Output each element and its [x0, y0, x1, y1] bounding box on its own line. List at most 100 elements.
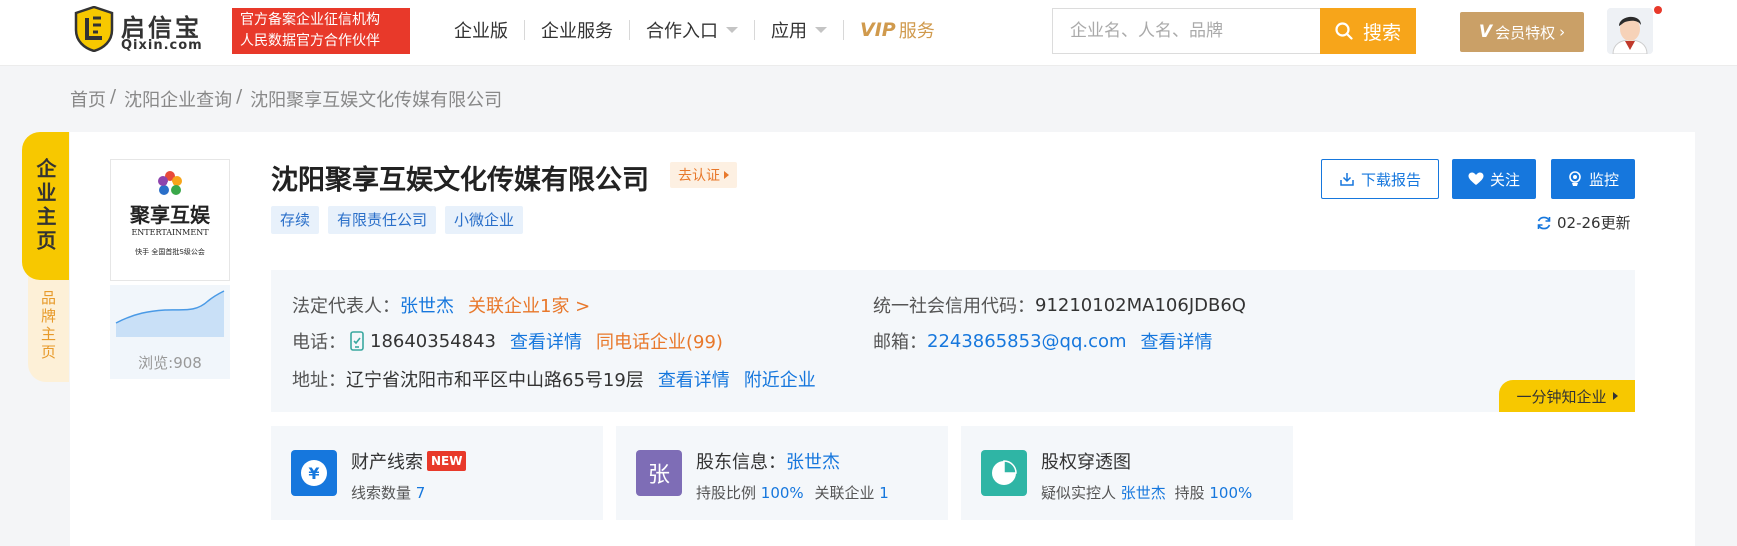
shareholder-card[interactable]: 张 股东信息： 张世杰 持股比例 100% 关联企业 1	[616, 426, 948, 520]
certify-button[interactable]: 去认证	[670, 162, 737, 188]
phone-row: 电话： 18640354843 查看详情 同电话企业(99)	[292, 328, 723, 354]
update-label: 02-26更新	[1557, 214, 1631, 232]
avatar-icon	[1607, 8, 1653, 54]
address-value: 辽宁省沈阳市和平区中山路65号19层	[346, 370, 644, 391]
tag-status[interactable]: 存续	[271, 206, 320, 234]
legal-rep-link[interactable]: 张世杰	[400, 292, 454, 318]
update-time[interactable]: 02-26更新	[1536, 212, 1631, 233]
holding-value: 100%	[1209, 484, 1253, 502]
search-input[interactable]	[1053, 9, 1320, 53]
breadcrumb-separator: /	[236, 86, 243, 107]
one-minute-button[interactable]: 一分钟知企业	[1499, 380, 1635, 412]
shareholder-avatar-icon: 张	[636, 450, 682, 496]
search-box	[1052, 8, 1320, 54]
breadcrumb: 首页 / 沈阳企业查询 / 沈阳聚享互娱文化传媒有限公司	[70, 86, 502, 112]
notification-dot	[1654, 6, 1662, 14]
email-detail-link[interactable]: 查看详情	[1141, 328, 1213, 354]
breadcrumb-city[interactable]: 沈阳企业查询	[124, 86, 232, 112]
property-clues-sub: 线索数量 7	[351, 482, 425, 503]
related-companies-link[interactable]: 关联企业1家 >	[468, 292, 590, 318]
search-icon	[1335, 22, 1353, 40]
refresh-icon	[1537, 216, 1551, 229]
nav-enterprise[interactable]: 企业版	[438, 17, 524, 43]
credit-code-value: 91210102MA106JDB6Q	[1035, 294, 1246, 316]
nav-apps-label: 应用	[771, 21, 807, 42]
logo-text-en: ENTERTAINMENT	[131, 228, 209, 237]
member-privilege-label: 会员特权	[1495, 23, 1556, 42]
breadcrumb-home[interactable]: 首页	[70, 86, 106, 112]
address-detail-link[interactable]: 查看详情	[658, 366, 730, 392]
nav-partners-label: 合作入口	[646, 21, 718, 42]
search-button[interactable]: 搜索	[1320, 8, 1416, 54]
follow-button[interactable]: 关注	[1452, 159, 1536, 199]
nav-services[interactable]: 企业服务	[525, 17, 629, 43]
clue-count-value: 7	[415, 484, 426, 502]
property-clues-card[interactable]: ¥ 财产线索 NEW 线索数量 7	[271, 426, 603, 520]
equity-chart-card[interactable]: 股权穿透图 疑似实控人 张世杰 持股 100%	[961, 426, 1293, 520]
triangle-right-icon	[1612, 392, 1618, 400]
nav-partners[interactable]: 合作入口	[630, 17, 754, 43]
nav-apps[interactable]: 应用	[755, 17, 843, 43]
company-logo-image: 聚享互娱 ENTERTAINMENT 快手 全国首批S级公会	[129, 171, 211, 256]
nearby-companies-link[interactable]: 附近企业	[744, 366, 816, 392]
related-company-label: 关联企业	[814, 484, 875, 502]
chevron-down-icon	[726, 27, 738, 33]
equity-chart-title: 股权穿透图	[1041, 452, 1131, 473]
nav-vip-service[interactable]: VIP 服务	[844, 17, 951, 43]
yuan-icon: ¥	[291, 450, 337, 496]
user-avatar[interactable]	[1607, 8, 1653, 54]
chevron-down-icon	[815, 27, 827, 33]
tag-scale[interactable]: 小微企业	[445, 206, 524, 234]
equity-chart-sub: 疑似实控人 张世杰 持股 100%	[1041, 482, 1252, 503]
phone-value: 18640354843	[370, 330, 496, 352]
email-link[interactable]: 2243865853@qq.com	[927, 331, 1127, 352]
tab-brand-home[interactable]: 品牌主页	[28, 270, 69, 382]
breadcrumb-current: 沈阳聚享互娱文化传媒有限公司	[250, 90, 503, 111]
download-icon	[1340, 173, 1354, 186]
same-phone-link[interactable]: 同电话企业(99)	[596, 328, 723, 354]
vip-service-label: 服务	[898, 21, 935, 42]
member-privilege-button[interactable]: V 会员特权 ›	[1460, 12, 1584, 52]
address-label: 地址：	[292, 370, 346, 391]
controller-link[interactable]: 张世杰	[1121, 484, 1166, 502]
official-badge-line2: 人民数据官方合作伙伴	[240, 33, 380, 49]
yuan-symbol: ¥	[308, 464, 319, 483]
breadcrumb-separator: /	[110, 86, 117, 107]
email-label: 邮箱：	[873, 332, 927, 353]
top-header: 启信宝 Qixin.com 官方备案企业征信机构 人民数据官方合作伙伴 企业版 …	[0, 0, 1737, 66]
company-tags: 存续 有限责任公司 小微企业	[271, 206, 532, 234]
heart-icon	[1468, 172, 1484, 185]
property-clues-title: 财产线索 NEW	[351, 448, 467, 474]
search-button-label: 搜索	[1362, 21, 1401, 44]
phone-icon	[350, 331, 364, 351]
credit-code-label: 统一社会信用代码：	[873, 296, 1035, 317]
chevron-right-icon: ›	[1559, 23, 1566, 41]
tab-company-home[interactable]: 企业主页	[22, 132, 69, 280]
shield-logo-icon	[74, 6, 114, 52]
monitor-button[interactable]: 监控	[1551, 159, 1635, 199]
shareholder-name-link[interactable]: 张世杰	[786, 448, 840, 474]
holding-label: 持股	[1174, 484, 1205, 502]
tag-type[interactable]: 有限责任公司	[328, 206, 437, 234]
official-badge[interactable]: 官方备案企业征信机构 人民数据官方合作伙伴	[232, 8, 410, 54]
email-row: 邮箱： 2243865853@qq.com 查看详情	[873, 328, 1213, 354]
share-ratio-label: 持股比例	[696, 484, 757, 502]
follow-label: 关注	[1489, 170, 1520, 189]
main-nav: 企业版 企业服务 合作入口 应用 VIP 服务	[438, 0, 951, 60]
logo-text-tagline: 快手 全国首批S级公会	[135, 247, 205, 256]
property-clues-label: 财产线索	[351, 452, 423, 473]
pie-icon	[992, 460, 1017, 485]
share-ratio-value: 100%	[760, 484, 804, 502]
controller-label: 疑似实控人	[1041, 484, 1117, 502]
download-report-button[interactable]: 下载报告	[1321, 159, 1439, 199]
clue-count-label: 线索数量	[351, 484, 412, 502]
trend-chart-icon	[115, 290, 225, 337]
nav-enterprise-label: 企业版	[454, 21, 508, 42]
company-name: 沈阳聚享互娱文化传媒有限公司	[271, 165, 649, 196]
phone-detail-link[interactable]: 查看详情	[510, 328, 582, 354]
pie-chart-icon	[981, 450, 1027, 496]
qixin-logo[interactable]: 启信宝 Qixin.com	[74, 6, 214, 56]
views-count: 浏览:908	[138, 354, 202, 372]
monitor-label: 监控	[1588, 170, 1619, 189]
new-badge: NEW	[427, 451, 467, 471]
